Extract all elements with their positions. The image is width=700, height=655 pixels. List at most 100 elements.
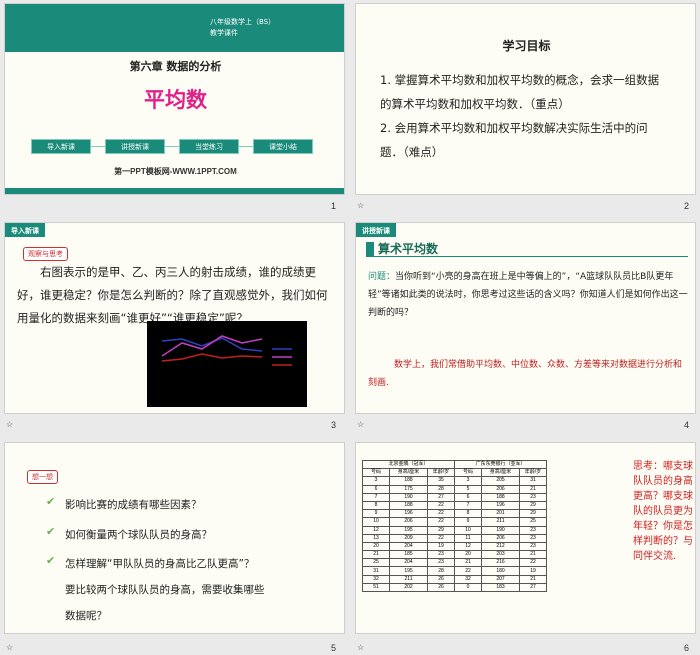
slide-4[interactable]: 讲授新课 算术平均数 问题：当你听到“小亮的身高在班上是中等偏上的”，“A篮球队…	[355, 222, 696, 414]
table-cell: 29	[519, 500, 547, 511]
table-cell: 188	[389, 476, 428, 486]
table-cell: 35	[427, 476, 455, 486]
column-header: 号码	[454, 468, 482, 478]
table-cell: 196	[481, 500, 520, 511]
table-cell: 21	[362, 550, 390, 560]
slide-number: 6	[684, 643, 690, 653]
table-cell: 206	[481, 484, 520, 494]
table-row: 8 188 22 7 196 29	[362, 500, 547, 511]
title-marker	[366, 242, 374, 256]
star-icon: ☆	[357, 643, 365, 652]
table-header: 广东东莞银行（亚军）	[454, 459, 547, 470]
table-cell: 26	[427, 574, 455, 584]
table-row: 21 185 23 20 203 21	[362, 550, 547, 560]
table-cell: 195	[389, 525, 428, 535]
table-cell: 51	[362, 582, 390, 593]
star-icon: ☆	[6, 643, 14, 652]
nav-button-lecture[interactable]: 讲授新课	[105, 139, 165, 154]
body-text: 右图表示的是甲、乙、丙三人的射击成绩，谁的成绩更好，谁更稳定？你是怎么判断的？除…	[17, 265, 328, 325]
table-cell: 195	[389, 566, 428, 576]
height-age-table: 北京金隅（冠军） 广东东莞银行（亚军） 号码 身高/厘米 年龄/岁 号码 身高/厘米 年龄…	[362, 459, 547, 593]
table-cell: 28	[427, 484, 455, 494]
table-row: 32 211 26 32 207 21	[362, 574, 547, 584]
table-row: 13 209 22 11 206 23	[362, 533, 547, 543]
table-cell: 180	[481, 566, 520, 576]
table-cell: 188	[389, 500, 428, 511]
observe-tag: 观察与思考	[23, 247, 68, 261]
star-icon: ☆	[357, 420, 365, 429]
slide-number: 5	[331, 643, 337, 653]
table-cell: 175	[389, 484, 428, 494]
question-item: 如何衡量两个球队队员的身高？	[65, 529, 212, 541]
table-cell: 211	[481, 517, 520, 527]
table-cell: 205	[481, 476, 520, 486]
table-cell: 204	[389, 541, 428, 552]
table-cell: 27	[427, 492, 455, 502]
table-cell: 21	[519, 574, 547, 584]
table-header: 北京金隅（冠军）	[362, 459, 455, 470]
nav-button-intro[interactable]: 导入新课	[31, 139, 91, 154]
slide-3[interactable]: 导入新课 观察与思考 右图表示的是甲、乙、丙三人的射击成绩，谁的成绩更好，谁更稳…	[4, 222, 345, 414]
table-row: 25 204 23 21 216 22	[362, 558, 547, 568]
shooting-chart-image	[147, 321, 307, 407]
table-cell: 22	[427, 517, 455, 527]
nav-button-summary[interactable]: 课堂小结	[253, 139, 313, 154]
table-cell: 21	[519, 550, 547, 560]
bottom-bar	[5, 188, 344, 194]
table-cell: 10	[454, 525, 482, 535]
nav-connector	[65, 146, 285, 147]
table-cell: 209	[389, 533, 428, 543]
table-cell: 13	[362, 533, 390, 543]
objective-1: 1. 掌握算术平均数和加权平均数的概念，会求一组数据的算术平均数和加权平均数．（…	[380, 73, 660, 111]
table-cell: 185	[389, 550, 428, 560]
table-cell: 211	[389, 574, 428, 584]
slide-title: 学习目标	[502, 39, 551, 53]
check-icon: ✔	[46, 554, 56, 567]
table-cell: 10	[362, 517, 390, 527]
nav-button-practice[interactable]: 当堂练习	[179, 139, 239, 154]
think-note: 思考：哪支球队队员的身高更高？哪支球队的队员更为年轻？你是怎样判断的？与同伴交流…	[633, 461, 693, 562]
slide-number: 4	[684, 420, 690, 430]
table-cell: 3	[362, 476, 390, 486]
table-cell: 190	[481, 525, 520, 535]
table-row: 7 190 27 6 188 23	[362, 492, 547, 502]
column-header: 身高/厘米	[389, 468, 428, 478]
think-tag: 想一想	[27, 470, 58, 484]
table-cell: 0	[454, 582, 482, 593]
table-row: 6 175 28 5 206 21	[362, 484, 547, 494]
table-cell: 201	[481, 509, 520, 519]
table-cell: 207	[481, 574, 520, 584]
table-cell: 196	[389, 509, 428, 519]
table-row: 10 206 22 9 211 25	[362, 517, 547, 527]
slide-number: 3	[331, 420, 337, 430]
table-cell: 31	[362, 566, 390, 576]
table-cell: 9	[362, 509, 390, 519]
question-item: 怎样理解“甲队队员的身高比乙队更高”？	[65, 558, 255, 570]
table-cell: 23	[519, 492, 547, 502]
table-row: 51 202 26 0 183 27	[362, 582, 547, 593]
star-icon: ☆	[357, 201, 365, 210]
table-cell: 203	[481, 550, 520, 560]
slide-1[interactable]: 八年级数学上（BS） 教学课件 第六章 数据的分析 平均数 导入新课 讲授新课 …	[4, 3, 345, 195]
column-header: 年龄/岁	[519, 468, 547, 478]
table-cell: 216	[481, 558, 520, 568]
slide-6[interactable]: 北京金隅（冠军） 广东东莞银行（亚军） 号码 身高/厘米 年龄/岁 号码 身高/厘米 年龄…	[355, 442, 696, 634]
star-icon: ☆	[6, 420, 14, 429]
check-icon: ✔	[46, 525, 56, 538]
table-cell: 5	[454, 484, 482, 494]
slide-number: 2	[684, 201, 690, 211]
table-cell: 22	[427, 533, 455, 543]
table-cell: 12	[362, 525, 390, 535]
table-cell: 190	[389, 492, 428, 502]
table-cell: 32	[454, 574, 482, 584]
table-cell: 21	[519, 484, 547, 494]
table-cell: 29	[427, 525, 455, 535]
table-cell: 204	[389, 558, 428, 568]
column-header: 年龄/岁	[427, 468, 455, 478]
table-cell: 26	[427, 582, 455, 593]
slide-2[interactable]: 学习目标 1. 掌握算术平均数和加权平均数的概念，会求一组数据的算术平均数和加权…	[355, 3, 696, 195]
slide-5[interactable]: 想一想 ✔ 影响比赛的成绩有哪些因素？ ✔ 如何衡量两个球队队员的身高？ ✔ 怎…	[4, 442, 345, 634]
table-cell: 202	[389, 582, 428, 593]
table-cell: 31	[519, 476, 547, 486]
type-label: 教学课件	[210, 29, 238, 37]
